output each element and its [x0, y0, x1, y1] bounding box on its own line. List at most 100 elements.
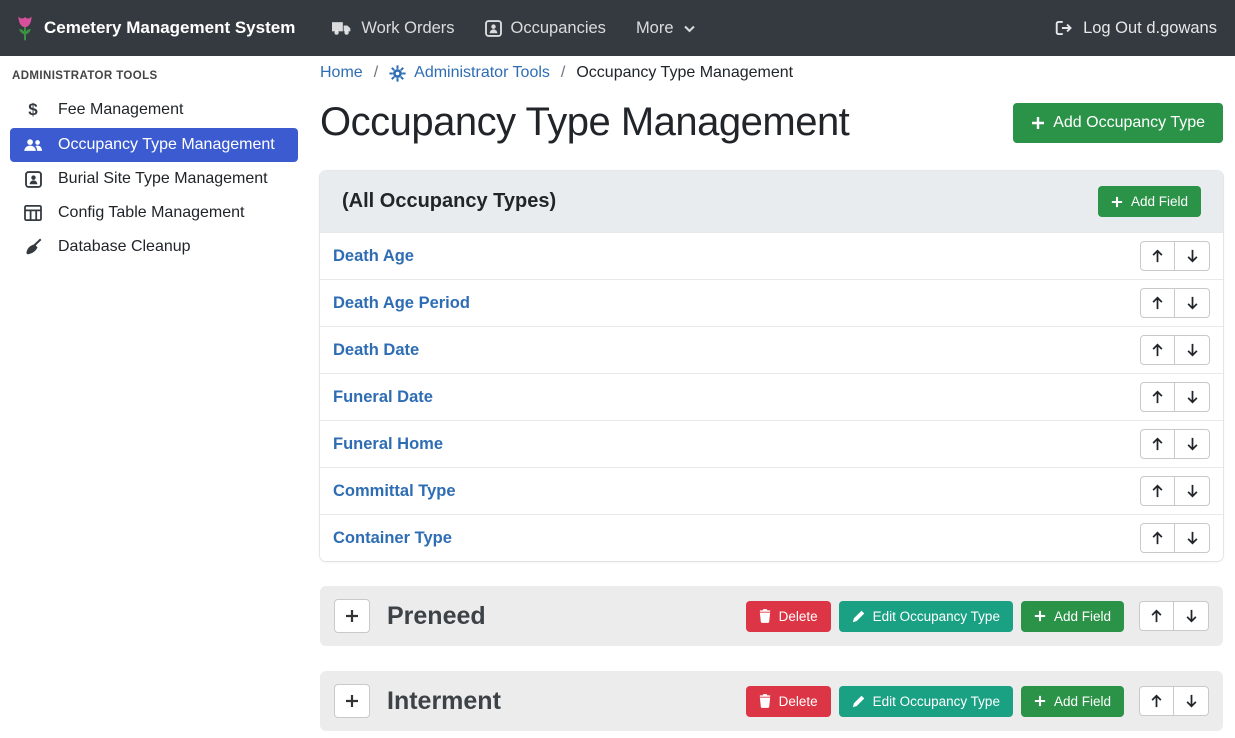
reorder-controls	[1140, 382, 1210, 412]
move-up-button[interactable]	[1139, 686, 1174, 716]
trash-icon	[759, 609, 771, 623]
occupancy-type-section-interment: Interment Delete Edit Occupancy Type Add…	[320, 671, 1223, 731]
sidebar-item-fee-management[interactable]: $ Fee Management	[10, 92, 298, 128]
field-link[interactable]: Funeral Home	[333, 435, 443, 454]
section-title: Interment	[387, 687, 746, 716]
sidebar-item-label: Occupancy Type Management	[58, 136, 275, 154]
nav-occupancies[interactable]: Occupancies	[470, 11, 621, 46]
reorder-controls	[1140, 241, 1210, 271]
button-label: Edit Occupancy Type	[873, 694, 1000, 709]
section-actions: Delete Edit Occupancy Type Add Field	[746, 686, 1209, 717]
occupancy-type-section-preneed: Preneed Delete Edit Occupancy Type Add F…	[320, 586, 1223, 646]
arrow-up-icon	[1151, 249, 1164, 263]
field-link[interactable]: Funeral Date	[333, 388, 433, 407]
pencil-icon	[852, 695, 865, 708]
move-up-button[interactable]	[1139, 601, 1174, 631]
move-down-button[interactable]	[1175, 288, 1210, 318]
arrow-up-icon	[1150, 694, 1163, 708]
plus-icon	[1034, 695, 1046, 707]
section-actions: Delete Edit Occupancy Type Add Field	[746, 601, 1209, 632]
arrow-up-icon	[1151, 296, 1164, 310]
field-link[interactable]: Death Age	[333, 247, 414, 266]
field-link[interactable]: Container Type	[333, 529, 452, 548]
main-content: Home / Administrator Tools / Occupancy T…	[308, 56, 1235, 731]
delete-button[interactable]: Delete	[746, 686, 831, 717]
person-frame-icon	[485, 20, 502, 37]
add-field-button[interactable]: Add Field	[1021, 601, 1124, 632]
edit-occupancy-type-button[interactable]: Edit Occupancy Type	[839, 601, 1013, 632]
person-frame-icon	[21, 171, 45, 188]
reorder-controls	[1139, 601, 1209, 631]
add-occupancy-type-button[interactable]: Add Occupancy Type	[1013, 103, 1223, 143]
add-field-button[interactable]: Add Field	[1098, 186, 1201, 217]
sidebar-item-occupancy-type-management[interactable]: Occupancy Type Management	[10, 128, 298, 162]
nav-work-orders[interactable]: Work Orders	[317, 11, 469, 46]
arrow-up-icon	[1150, 609, 1163, 623]
users-icon	[21, 137, 45, 153]
plus-icon	[1031, 116, 1045, 130]
arrow-down-icon	[1186, 296, 1199, 310]
move-up-button[interactable]	[1140, 429, 1175, 459]
move-up-button[interactable]	[1140, 523, 1175, 553]
reorder-controls	[1140, 476, 1210, 506]
breadcrumb-separator: /	[561, 64, 565, 82]
reorder-controls	[1140, 288, 1210, 318]
move-up-button[interactable]	[1140, 476, 1175, 506]
add-field-button[interactable]: Add Field	[1021, 686, 1124, 717]
move-down-button[interactable]	[1174, 686, 1209, 716]
truck-icon	[332, 20, 352, 36]
move-up-button[interactable]	[1140, 241, 1175, 271]
button-label: Delete	[779, 609, 818, 624]
nav-label: More	[636, 19, 674, 38]
plus-icon	[345, 694, 359, 708]
sidebar-item-config-table-management[interactable]: Config Table Management	[10, 196, 298, 230]
app-title: Cemetery Management System	[44, 18, 295, 38]
arrow-down-icon	[1186, 249, 1199, 263]
move-down-button[interactable]	[1175, 335, 1210, 365]
breadcrumb: Home / Administrator Tools / Occupancy T…	[320, 64, 1223, 82]
breadcrumb-current: Occupancy Type Management	[576, 64, 793, 82]
arrow-down-icon	[1186, 531, 1199, 545]
move-up-button[interactable]	[1140, 335, 1175, 365]
logout-button[interactable]: Log Out d.gowans	[1053, 11, 1219, 46]
dollar-icon: $	[21, 100, 45, 120]
sidebar-item-label: Burial Site Type Management	[58, 170, 268, 188]
field-link[interactable]: Death Date	[333, 341, 419, 360]
page-layout: ADMINISTRATOR TOOLS $ Fee Management Occ…	[0, 56, 1235, 731]
breadcrumb-home[interactable]: Home	[320, 64, 363, 82]
arrow-up-icon	[1151, 484, 1164, 498]
button-label: Edit Occupancy Type	[873, 609, 1000, 624]
sidebar-item-burial-site-type-management[interactable]: Burial Site Type Management	[10, 162, 298, 196]
expand-button[interactable]	[334, 599, 370, 633]
app-brand[interactable]: Cemetery Management System	[16, 14, 295, 42]
field-link[interactable]: Death Age Period	[333, 294, 470, 313]
field-row: Death Date	[320, 326, 1223, 373]
edit-occupancy-type-button[interactable]: Edit Occupancy Type	[839, 686, 1013, 717]
move-up-button[interactable]	[1140, 382, 1175, 412]
move-up-button[interactable]	[1140, 288, 1175, 318]
move-down-button[interactable]	[1175, 382, 1210, 412]
move-down-button[interactable]	[1175, 523, 1210, 553]
move-down-button[interactable]	[1175, 476, 1210, 506]
sidebar-item-database-cleanup[interactable]: Database Cleanup	[10, 230, 298, 264]
breadcrumb-administrator-tools[interactable]: Administrator Tools	[389, 64, 550, 82]
move-down-button[interactable]	[1175, 429, 1210, 459]
page-title: Occupancy Type Management	[320, 100, 849, 145]
flower-logo-icon	[16, 14, 34, 42]
arrow-down-icon	[1185, 609, 1198, 623]
delete-button[interactable]: Delete	[746, 601, 831, 632]
all-occupancy-types-card: (All Occupancy Types) Add Field Death Ag…	[320, 171, 1223, 561]
field-row: Death Age	[320, 232, 1223, 279]
plus-icon	[345, 609, 359, 623]
move-down-button[interactable]	[1175, 241, 1210, 271]
reorder-controls	[1140, 335, 1210, 365]
field-row: Committal Type	[320, 467, 1223, 514]
pencil-icon	[852, 610, 865, 623]
field-link[interactable]: Committal Type	[333, 482, 456, 501]
nav-more[interactable]: More	[621, 11, 711, 46]
move-down-button[interactable]	[1174, 601, 1209, 631]
expand-button[interactable]	[334, 684, 370, 718]
sidebar-item-label: Fee Management	[58, 101, 183, 119]
sidebar: ADMINISTRATOR TOOLS $ Fee Management Occ…	[0, 56, 308, 264]
reorder-controls	[1140, 429, 1210, 459]
